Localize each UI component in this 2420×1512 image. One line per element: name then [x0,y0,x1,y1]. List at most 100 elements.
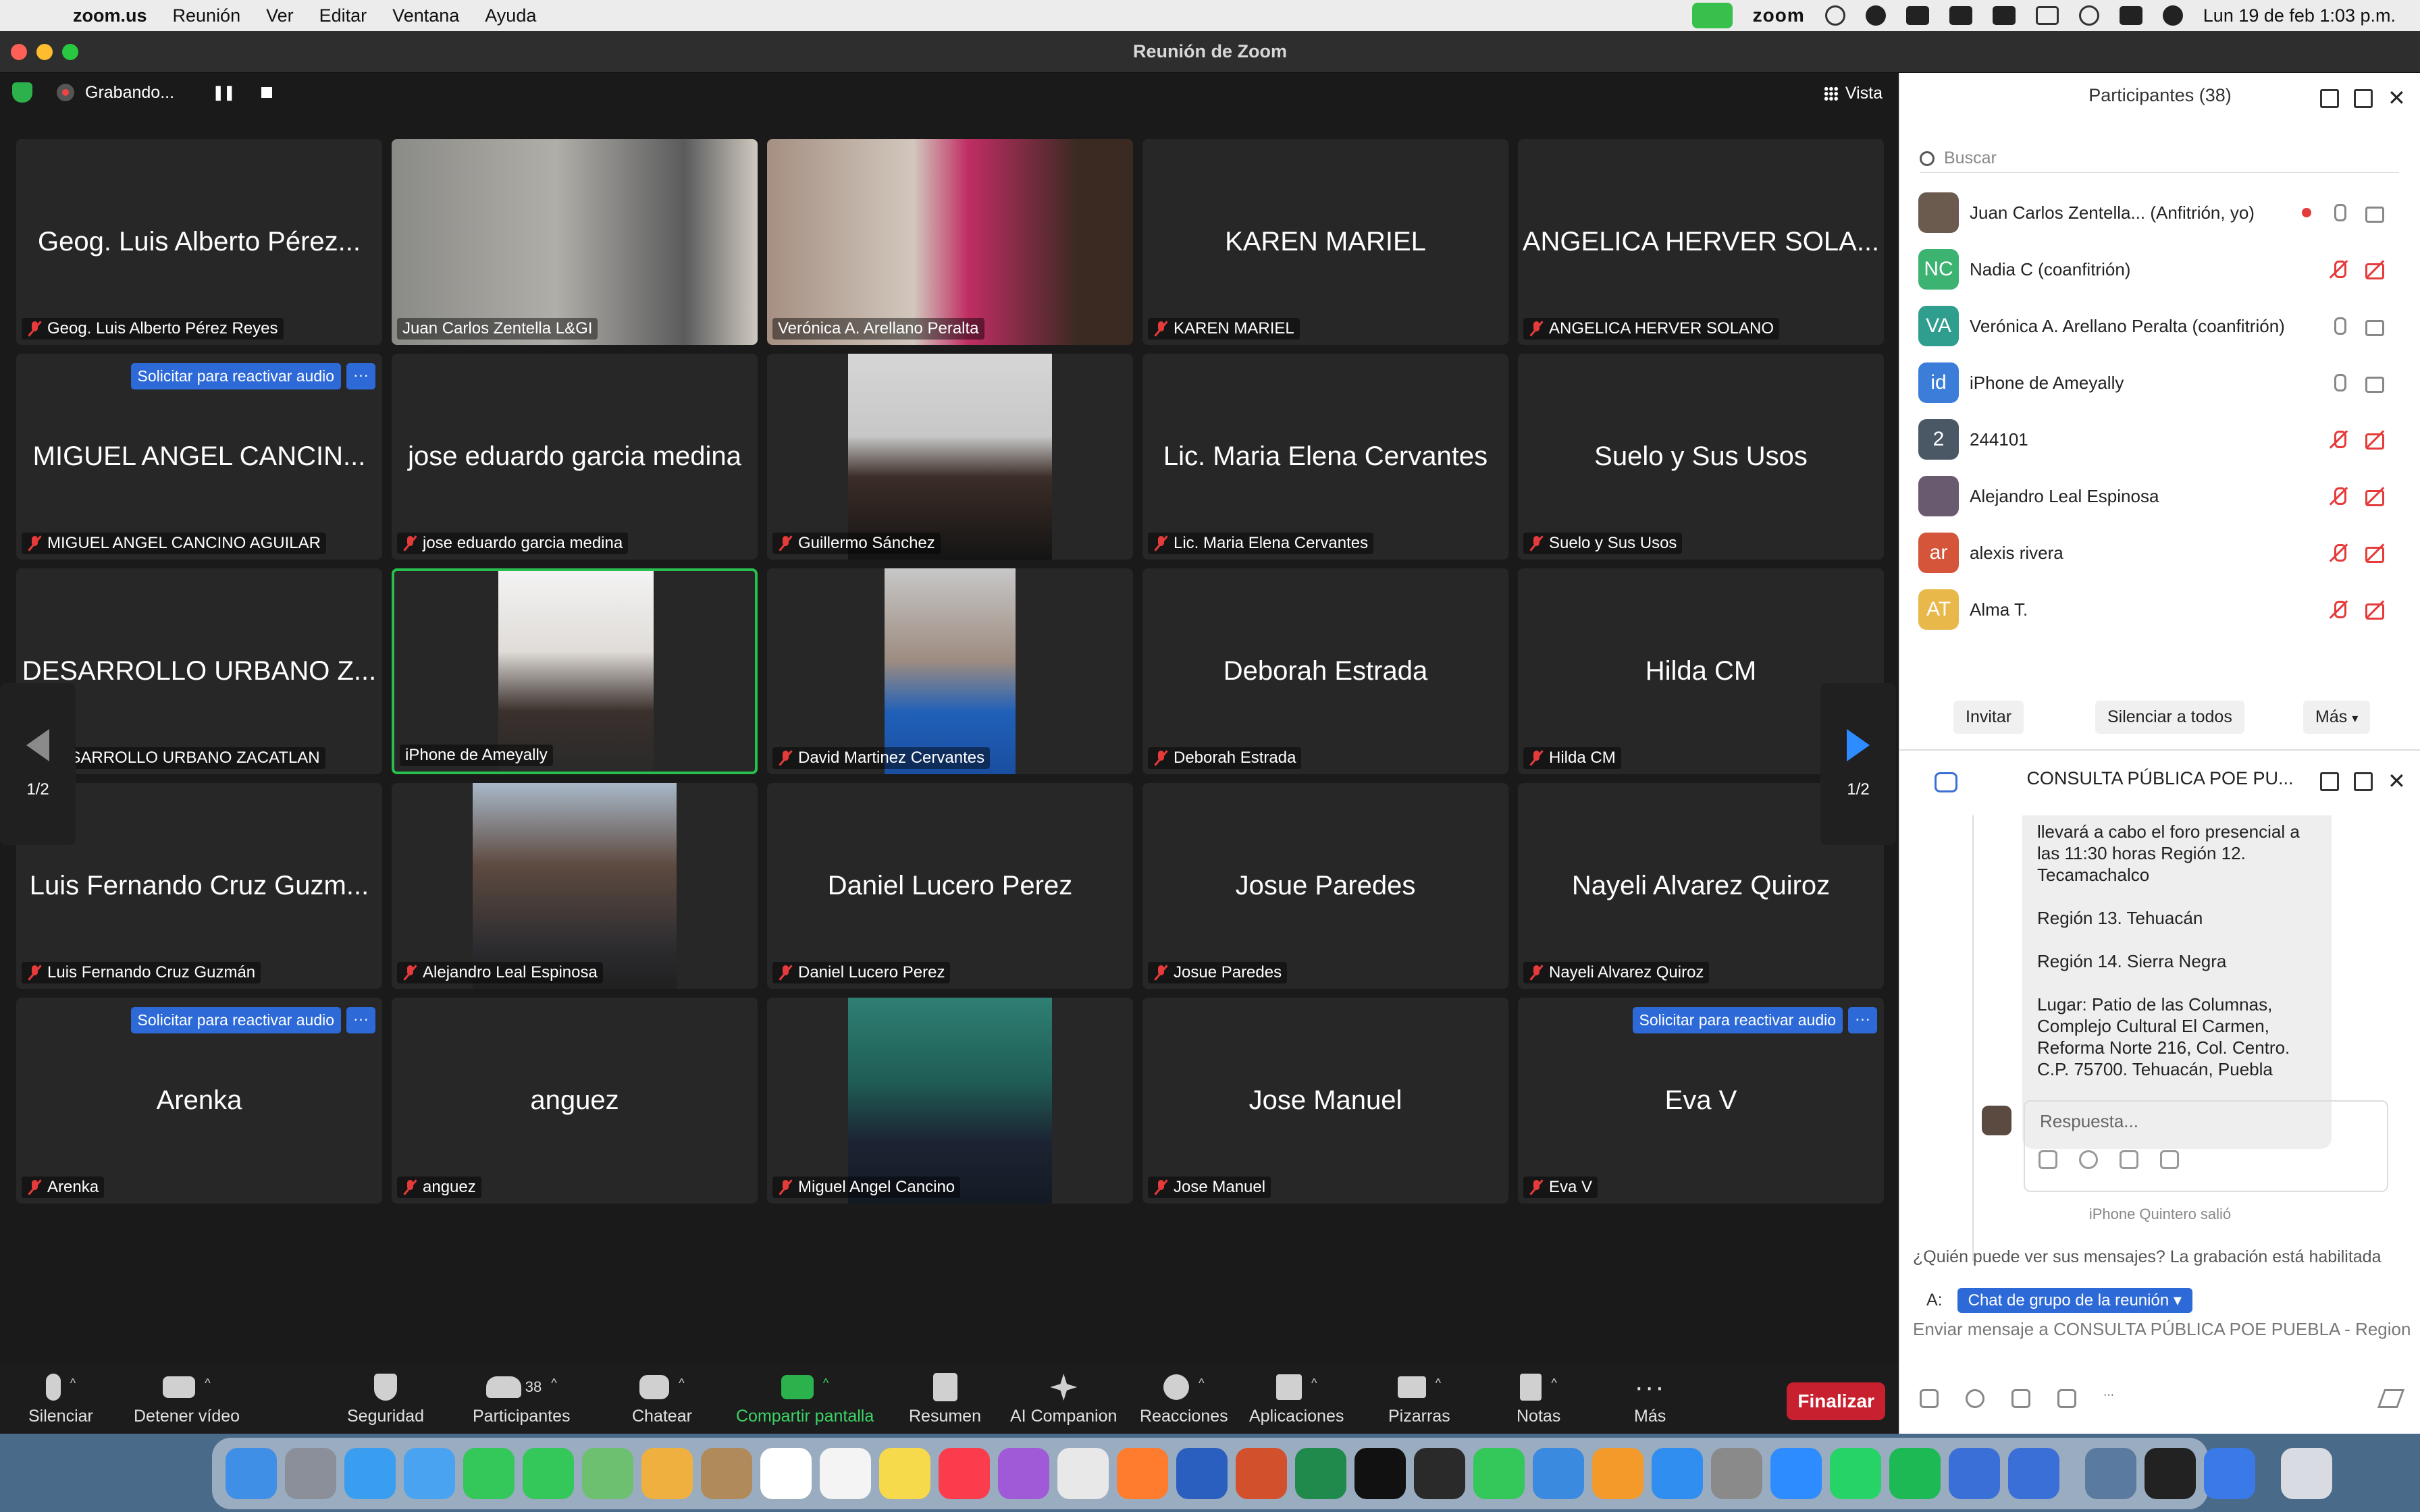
view-button[interactable]: Vista [1823,84,1883,103]
emoji-icon[interactable] [2079,1150,2098,1169]
video-off-icon[interactable] [2365,259,2384,279]
search-icon[interactable] [2078,5,2099,26]
ai-companion-button[interactable]: AI Companion [1010,1370,1117,1426]
participant-row[interactable]: ar alexis rivera [1918,531,2384,575]
pop-out-icon[interactable] [2354,772,2373,791]
powerpoint-icon[interactable] [1236,1448,1287,1499]
whatsapp-icon[interactable] [1830,1448,1881,1499]
video-tile[interactable]: Josue Paredes Josue Paredes [1142,783,1508,989]
activity-icon[interactable] [1865,5,1886,26]
participant-row[interactable]: AT Alma T. [1918,587,2384,632]
request-unmute-button[interactable]: Solicitar para reactivar audio [130,363,342,389]
stop-video-button[interactable]: ^ Detener vídeo [134,1370,240,1426]
screen-sharing-2-icon[interactable] [2008,1448,2059,1499]
dropbox-icon[interactable] [1905,6,1929,25]
video-tile[interactable]: Verónica A. Arellano Peralta [767,139,1133,345]
notes-icon[interactable] [879,1448,930,1499]
wifi-icon[interactable] [2035,6,2059,25]
video-tile[interactable]: Miguel Angel Cancino [767,998,1133,1204]
display-icon[interactable] [1949,6,1972,25]
whiteboards-button[interactable]: ^ Pizarras [1388,1370,1450,1426]
video-tile[interactable]: Juan Carlos Zentella L&GI [392,139,758,345]
menu-ventana[interactable]: Ventana [392,5,459,26]
contacts-icon[interactable] [701,1448,752,1499]
participant-row[interactable]: NC Nadia C (coanfitrión) [1918,247,2384,292]
muted-microphone-icon[interactable] [2329,429,2348,450]
tile-more-button[interactable]: ··· [346,1007,375,1033]
video-tile[interactable]: iPhone de Ameyally [392,568,758,774]
appletv-icon[interactable] [1354,1448,1406,1499]
file-icon[interactable] [2120,1150,2138,1169]
close-window-icon[interactable] [11,44,27,60]
minimize-window-icon[interactable] [36,44,53,60]
keynote-icon[interactable] [1533,1448,1584,1499]
chevron-up-icon[interactable]: ^ [1436,1376,1441,1390]
numbers-icon[interactable] [1473,1448,1525,1499]
muted-microphone-icon[interactable] [2329,543,2348,563]
menubar-datetime[interactable]: Lun 19 de feb 1:03 p.m. [2203,5,2396,26]
video-camera-icon[interactable] [2365,202,2384,223]
video-off-icon[interactable] [2365,486,2384,506]
reactions-button[interactable]: ^ Reacciones [1140,1370,1228,1426]
menu-editar[interactable]: Editar [319,5,367,26]
video-tile[interactable]: ANGELICA HERVER SOLA... ANGELICA HERVER S… [1518,139,1884,345]
collapse-icon[interactable] [2320,89,2339,108]
menu-ver[interactable]: Ver [266,5,294,26]
chevron-up-icon[interactable]: ^ [1311,1376,1317,1390]
chevron-up-icon[interactable]: ^ [823,1376,828,1390]
emoji-icon[interactable] [1966,1389,1984,1408]
summary-button[interactable]: Resumen [909,1370,981,1426]
settings-icon[interactable] [1711,1448,1762,1499]
chevron-up-icon[interactable]: ^ [1199,1376,1204,1390]
message-visibility-note[interactable]: ¿Quién puede ver sus mensajes? La grabac… [1913,1247,2382,1267]
photos-icon[interactable] [641,1448,693,1499]
siri-icon[interactable] [2162,5,2183,26]
chevron-up-icon[interactable]: ^ [551,1376,556,1390]
preview-icon[interactable] [2085,1448,2136,1499]
battery-icon[interactable] [1992,6,2016,25]
end-meeting-button[interactable]: Finalizar [1787,1382,1885,1420]
video-tile[interactable]: anguez anguez [392,998,758,1204]
spotify-icon[interactable] [1889,1448,1941,1499]
pages-icon[interactable] [1592,1448,1643,1499]
video-tile[interactable]: Jose Manuel Jose Manuel [1142,998,1508,1204]
video-tile[interactable]: Eva V Solicitar para reactivar audio ··· Ev… [1518,998,1884,1204]
tile-more-button[interactable]: ··· [346,363,375,389]
chrome-icon[interactable] [1057,1448,1109,1499]
recipient-select[interactable]: Chat de grupo de la reunión ▾ [1957,1288,2192,1313]
menu-ayuda[interactable]: Ayuda [485,5,536,26]
video-tile[interactable]: Guillermo Sánchez [767,354,1133,560]
tile-more-button[interactable]: ··· [1848,1007,1877,1033]
participant-row[interactable]: Juan Carlos Zentella... (Anfitrión, yo) [1918,190,2384,235]
reply-input[interactable]: Respuesta... [2024,1100,2388,1192]
participant-search-input[interactable]: Buscar [1920,144,2399,173]
chatgpt-icon[interactable] [2145,1448,2196,1499]
menu-app-name[interactable]: zoom.us [73,5,147,26]
video-off-icon[interactable] [2365,599,2384,620]
video-tile[interactable]: MIGUEL ANGEL CANCIN... Solicitar para rea… [16,354,382,560]
microphone-icon[interactable] [2329,316,2348,336]
video-tile[interactable]: Deborah Estrada Deborah Estrada [1142,568,1508,774]
participants-button[interactable]: 38 ^ Participantes [473,1370,571,1426]
calendar-icon[interactable] [760,1448,812,1499]
arc-icon[interactable] [2204,1448,2255,1499]
pop-out-icon[interactable] [2354,89,2373,108]
participant-row[interactable]: VA Verónica A. Arellano Peralta (coanfitr… [1918,304,2384,348]
muted-microphone-icon[interactable] [2329,486,2348,506]
excel-icon[interactable] [1295,1448,1346,1499]
close-icon[interactable]: ✕ [2388,87,2406,109]
mute-all-button[interactable]: Silenciar a todos [2095,701,2244,734]
finder-icon[interactable] [226,1448,277,1499]
send-icon[interactable] [2377,1389,2405,1408]
mail-icon[interactable] [404,1448,455,1499]
screen-sharing-icon[interactable] [1949,1448,2000,1499]
video-tile[interactable]: Daniel Lucero Perez Daniel Lucero Perez [767,783,1133,989]
video-tile[interactable]: Geog. Luis Alberto Pérez... Geog. Luis Al… [16,139,382,345]
chat-message-input[interactable]: Enviar mensaje a CONSULTA PÚBLICA POE PU… [1913,1319,2413,1340]
zoom-camera-status-icon[interactable] [1691,3,1733,28]
next-page-button[interactable]: 1/2 [1820,683,1896,845]
request-unmute-button[interactable]: Solicitar para reactivar audio [130,1007,342,1033]
facetime-icon[interactable] [463,1448,515,1499]
close-icon[interactable]: ✕ [2388,770,2406,792]
maximize-window-icon[interactable] [62,44,78,60]
